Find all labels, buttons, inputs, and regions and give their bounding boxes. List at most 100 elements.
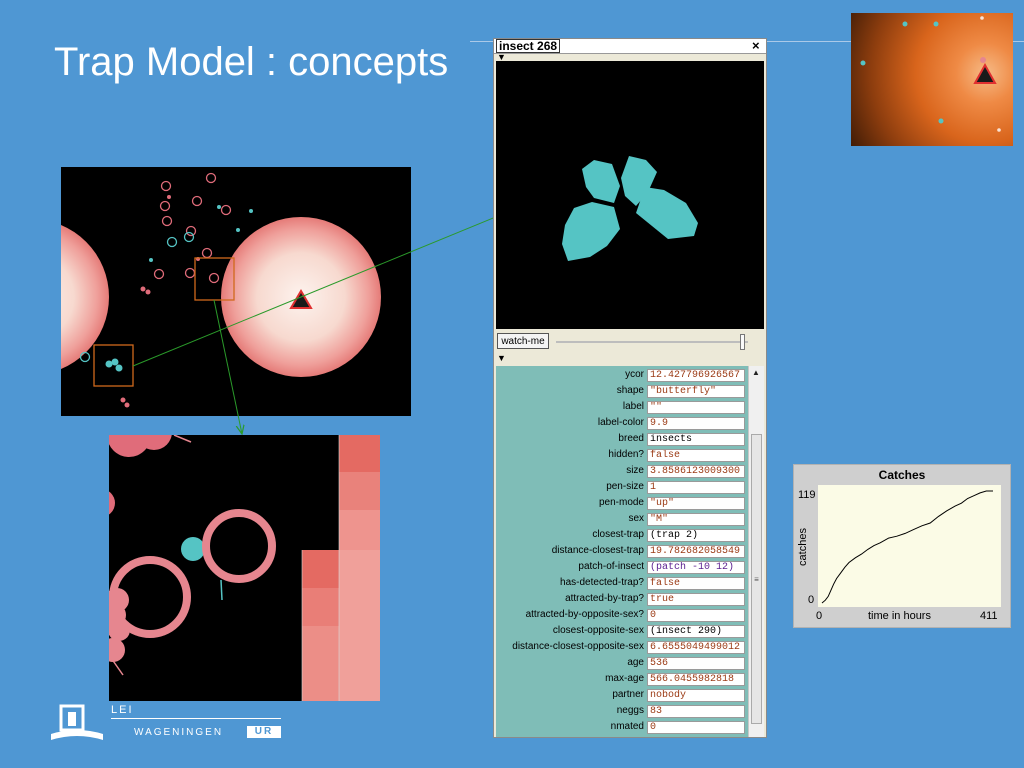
variable-row: attracted-by-opposite-sex? 0 — [496, 608, 746, 624]
variable-value-field[interactable]: false — [647, 449, 745, 462]
variable-label: age — [627, 657, 644, 668]
variables-scrollbar[interactable]: ▲ ≡ — [748, 366, 764, 737]
variable-value-field[interactable]: "butterfly" — [647, 385, 745, 398]
x-min-label: 0 — [816, 610, 823, 622]
variable-label: neggs — [616, 705, 644, 716]
logo-wageningen-text: WAGENINGEN — [134, 727, 224, 738]
variable-value-field[interactable]: false — [647, 577, 745, 590]
variable-row: age 536 — [496, 656, 746, 672]
variable-value-field[interactable]: 0 — [647, 609, 745, 622]
variable-value-field[interactable]: 1 — [647, 481, 745, 494]
variable-row: closest-trap (trap 2) — [496, 528, 746, 544]
variable-row: shape "butterfly" — [496, 384, 746, 400]
close-icon[interactable]: × — [752, 38, 760, 53]
watch-toolbar: watch-me — [496, 331, 764, 353]
variable-label: size — [626, 465, 644, 476]
variable-row: partner nobody — [496, 688, 746, 704]
variable-label: sex — [628, 513, 644, 524]
variable-label: has-detected-trap? — [560, 577, 644, 588]
zoom-slider-track[interactable] — [556, 341, 748, 343]
y-max-label: 119 — [798, 489, 816, 501]
variable-row: has-detected-trap? false — [496, 576, 746, 592]
variable-row: ycor 12.427796926567 — [496, 368, 746, 384]
plot-area — [818, 485, 1001, 607]
variable-value-field[interactable]: 12.427796926567 — [647, 369, 745, 382]
trap-icon — [973, 62, 997, 84]
agent-inspector-window[interactable]: insect 268 × ▼ watch-me ▼ ycor 12.4277969… — [493, 38, 767, 738]
variable-row: pen-size 1 — [496, 480, 746, 496]
variable-value-field[interactable]: (insect 290) — [647, 625, 745, 638]
logo-ur-badge: UR — [247, 726, 281, 738]
variable-value-field[interactable]: 9.9 — [647, 417, 745, 430]
variable-row: pen-mode "up" — [496, 496, 746, 512]
variable-label: attracted-by-trap? — [565, 593, 644, 604]
variable-label: attracted-by-opposite-sex? — [525, 609, 644, 620]
variable-value-field[interactable]: insects — [647, 433, 745, 446]
variable-row: label-color 9.9 — [496, 416, 746, 432]
variable-label: breed — [618, 433, 644, 444]
variable-row: sex "M" — [496, 512, 746, 528]
scrollbar-thumb[interactable]: ≡ — [751, 434, 762, 724]
variable-value-field[interactable]: true — [647, 593, 745, 606]
variable-value-field[interactable]: "" — [647, 401, 745, 414]
butterfly-shape — [562, 156, 698, 261]
inspector-title-bar[interactable]: insect 268 × — [494, 38, 766, 54]
variable-row: breed insects — [496, 432, 746, 448]
variable-value-field[interactable]: 566.0455982818 — [647, 673, 745, 686]
wageningen-logo-icon — [51, 704, 103, 740]
variable-value-field[interactable]: nobody — [647, 689, 745, 702]
variable-label: distance-closest-trap — [551, 545, 644, 556]
inspector-title: insect 268 — [496, 39, 561, 53]
variable-row: hidden? false — [496, 448, 746, 464]
variable-row: attracted-by-trap? true — [496, 592, 746, 608]
scroll-up-icon[interactable]: ▲ — [752, 368, 760, 377]
catches-series-line — [821, 490, 993, 604]
collapse-variables-icon[interactable]: ▼ — [497, 353, 506, 363]
variable-label: ycor — [625, 369, 644, 380]
zoom-slider-thumb[interactable] — [740, 334, 745, 350]
thumbnail-canvas — [860, 16, 1001, 132]
plot-title: Catches — [878, 468, 926, 482]
variable-value-field[interactable]: 6.6555049499012 — [647, 641, 745, 654]
variable-row: size 3.8586123009300 — [496, 464, 746, 480]
variable-row: distance-closest-opposite-sex 6.655504949… — [496, 640, 746, 656]
x-max-label: 411 — [980, 610, 998, 622]
watch-me-button[interactable]: watch-me — [497, 333, 549, 349]
y-min-label: 0 — [808, 594, 815, 606]
variable-row: label "" — [496, 400, 746, 416]
variable-label: closest-opposite-sex — [552, 625, 644, 636]
variable-value-field[interactable]: 83 — [647, 705, 745, 718]
variable-row: neggs 83 — [496, 704, 746, 720]
logo-divider — [111, 718, 281, 719]
variable-value-field[interactable]: "M" — [647, 513, 745, 526]
variable-value-field[interactable]: "up" — [647, 497, 745, 510]
variable-label: label — [622, 401, 644, 412]
grip-icon: ≡ — [754, 575, 759, 584]
variable-value-field[interactable]: 19.782682058549 — [647, 545, 745, 558]
variable-label: pen-mode — [598, 497, 644, 508]
variable-row: closest-opposite-sex (insect 290) — [496, 624, 746, 640]
catches-plot: Catches 119 0 0 411 time in hours catche… — [793, 464, 1011, 628]
variable-value-field[interactable]: 0 — [647, 721, 745, 734]
variable-label: shape — [616, 385, 644, 396]
variables-panel: ycor 12.427796926567 shape "butterfly" label… — [496, 366, 764, 737]
variable-label: closest-trap — [592, 529, 644, 540]
variable-label: label-color — [597, 417, 644, 428]
variable-row: max-age 566.0455982818 — [496, 672, 746, 688]
variable-label: partner — [612, 689, 644, 700]
plot-canvas — [821, 490, 993, 604]
variable-row: patch-of-insect (patch -10 12) — [496, 560, 746, 576]
agent-view — [496, 61, 764, 329]
logo-lei-text: LEI — [111, 704, 134, 716]
variable-label: distance-closest-opposite-sex — [512, 641, 644, 652]
variable-value-field[interactable]: (patch -10 12) — [647, 561, 745, 574]
variable-label: patch-of-insect — [578, 561, 644, 572]
variable-value-field[interactable]: (trap 2) — [647, 529, 745, 542]
variable-label: hidden? — [608, 449, 644, 460]
world-thumbnail — [851, 13, 1013, 146]
y-axis-label: catches — [796, 528, 809, 566]
variable-label: pen-size — [606, 481, 644, 492]
variable-value-field[interactable]: 3.8586123009300 — [647, 465, 745, 478]
variable-row: distance-closest-trap 19.782682058549 — [496, 544, 746, 560]
variable-value-field[interactable]: 536 — [647, 657, 745, 670]
